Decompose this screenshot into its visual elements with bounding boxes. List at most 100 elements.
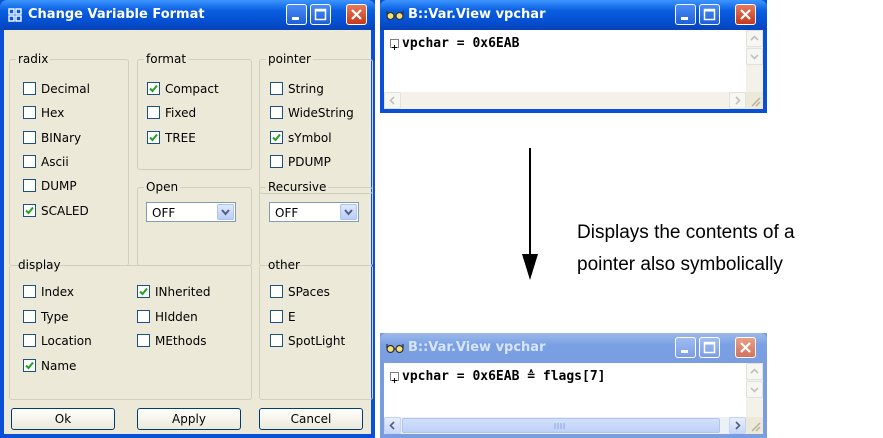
checkbox-label: DUMP: [41, 179, 77, 193]
horizontal-scrollbar[interactable]: [384, 417, 746, 434]
vertical-scrollbar[interactable]: [746, 30, 763, 92]
vertical-scrollbar[interactable]: [746, 363, 763, 417]
dialog-title: Change Variable Format: [28, 7, 205, 22]
checkbox-box[interactable]: [23, 82, 36, 95]
format-legend: format: [146, 52, 187, 66]
checkbox-label: Decimal: [41, 82, 90, 96]
recursive-group: Recursive: [259, 180, 373, 266]
display-legend: display: [18, 258, 61, 272]
checkbox-box[interactable]: [23, 204, 36, 217]
checkbox-box[interactable]: [270, 131, 283, 144]
checkbox-box[interactable]: [23, 106, 36, 119]
radix-legend: radix: [18, 52, 49, 66]
dialog-body: radix format pointer Open Recursive disp…: [4, 30, 373, 434]
checkbox-label: Location: [41, 334, 92, 348]
checkbox-box[interactable]: [270, 155, 283, 168]
ok-button[interactable]: Ok: [11, 408, 115, 430]
dialog-title-bar[interactable]: Change Variable Format: [0, 0, 375, 30]
checkbox-box[interactable]: [23, 179, 36, 192]
checkbox-label: PDUMP: [288, 155, 331, 169]
checkbox-label: BINary: [41, 131, 82, 145]
recursive-legend: Recursive: [268, 180, 327, 194]
checkbox-box[interactable]: [23, 359, 36, 372]
apply-button[interactable]: Apply: [137, 408, 241, 430]
checkbox-box[interactable]: [270, 106, 283, 119]
maximize-button[interactable]: [699, 337, 720, 358]
checkbox-box[interactable]: [270, 334, 283, 347]
var-view-title-bar[interactable]: B::Var.View vpchar: [380, 333, 767, 363]
checkbox-box[interactable]: [137, 285, 150, 298]
recursive-select[interactable]: OFF: [269, 202, 359, 222]
scroll-right-button[interactable]: [729, 92, 746, 109]
down-arrow-icon: [520, 148, 540, 280]
checkbox-box[interactable]: [147, 82, 160, 95]
maximize-button[interactable]: [699, 4, 720, 25]
resize-grip-icon[interactable]: [746, 417, 763, 434]
checkbox-label: TREE: [165, 131, 196, 145]
scroll-up-button[interactable]: [746, 363, 763, 380]
minimize-button[interactable]: [675, 337, 696, 358]
close-button[interactable]: [735, 4, 756, 25]
chevron-down-icon[interactable]: [340, 204, 357, 220]
open-select[interactable]: OFF: [146, 202, 236, 222]
var-view-title: B::Var.View vpchar: [408, 7, 546, 22]
checkbox-box[interactable]: [147, 106, 160, 119]
checkbox-label: sYmbol: [288, 131, 332, 145]
checkbox-box[interactable]: [270, 82, 283, 95]
checkmark-icon: [272, 133, 281, 142]
minimize-button[interactable]: [675, 4, 696, 25]
open-select-value: OFF: [152, 206, 176, 220]
chevron-down-icon[interactable]: [217, 204, 234, 220]
dialog-app-icon: [8, 8, 22, 26]
checkbox-box[interactable]: [137, 310, 150, 323]
checkbox-label: INherited: [155, 285, 211, 299]
var-view-title-bar[interactable]: B::Var.View vpchar: [380, 0, 767, 30]
scroll-down-button[interactable]: [746, 48, 763, 65]
checkbox-label: Ascii: [41, 155, 69, 169]
checkbox-box[interactable]: [23, 155, 36, 168]
checkbox-box[interactable]: [137, 334, 150, 347]
checkbox-label: SCALED: [41, 204, 89, 218]
checkbox-box[interactable]: [23, 131, 36, 144]
expand-icon[interactable]: [390, 39, 399, 50]
open-legend: Open: [146, 180, 179, 194]
close-button[interactable]: [735, 337, 756, 358]
var-view-window-top: B::Var.View vpchar vpchar = 0x6EAB: [380, 0, 767, 113]
scroll-up-button[interactable]: [746, 30, 763, 47]
checkbox-label: SPaces: [288, 285, 330, 299]
scroll-thumb[interactable]: [402, 418, 720, 433]
variable-line[interactable]: vpchar = 0x6EAB ≙ flags[7]: [402, 369, 606, 384]
var-view-window-bottom: B::Var.View vpchar vpchar = 0x6EAB ≙ fla…: [380, 333, 767, 438]
scroll-down-button[interactable]: [746, 381, 763, 398]
expand-icon[interactable]: [390, 372, 399, 383]
checkmark-icon: [25, 361, 34, 370]
checkbox-label: Name: [41, 359, 77, 373]
checkmark-icon: [149, 133, 158, 142]
checkbox-box[interactable]: [23, 334, 36, 347]
annotation-text: Displays the contents of a pointer also …: [577, 217, 795, 281]
checkbox-box[interactable]: [270, 285, 283, 298]
cancel-button[interactable]: Cancel: [259, 408, 363, 430]
horizontal-scrollbar[interactable]: [384, 92, 746, 109]
checkbox-label: Index: [41, 285, 75, 299]
checkbox-box[interactable]: [147, 131, 160, 144]
scroll-left-button[interactable]: [384, 92, 401, 109]
annotation-line-2: pointer also symbolically: [577, 254, 783, 275]
checkbox-label: HIdden: [155, 310, 198, 324]
close-button[interactable]: [346, 4, 367, 25]
maximize-button[interactable]: [310, 4, 331, 25]
variable-line[interactable]: vpchar = 0x6EAB: [402, 36, 519, 51]
open-group: Open: [137, 180, 252, 266]
checkbox-box[interactable]: [270, 310, 283, 323]
checkbox-label: Hex: [41, 106, 65, 120]
resize-grip-icon[interactable]: [746, 92, 763, 109]
scroll-right-button[interactable]: [729, 417, 746, 434]
checkbox-box[interactable]: [23, 310, 36, 323]
scroll-left-button[interactable]: [384, 417, 401, 434]
other-group: other: [259, 258, 373, 400]
glasses-icon: [386, 342, 404, 358]
change-variable-format-dialog: Change Variable Format radix format poin…: [0, 0, 375, 438]
checkbox-box[interactable]: [23, 285, 36, 298]
var-view-content: vpchar = 0x6EAB ≙ flags[7]: [384, 363, 763, 434]
minimize-button[interactable]: [286, 4, 307, 25]
